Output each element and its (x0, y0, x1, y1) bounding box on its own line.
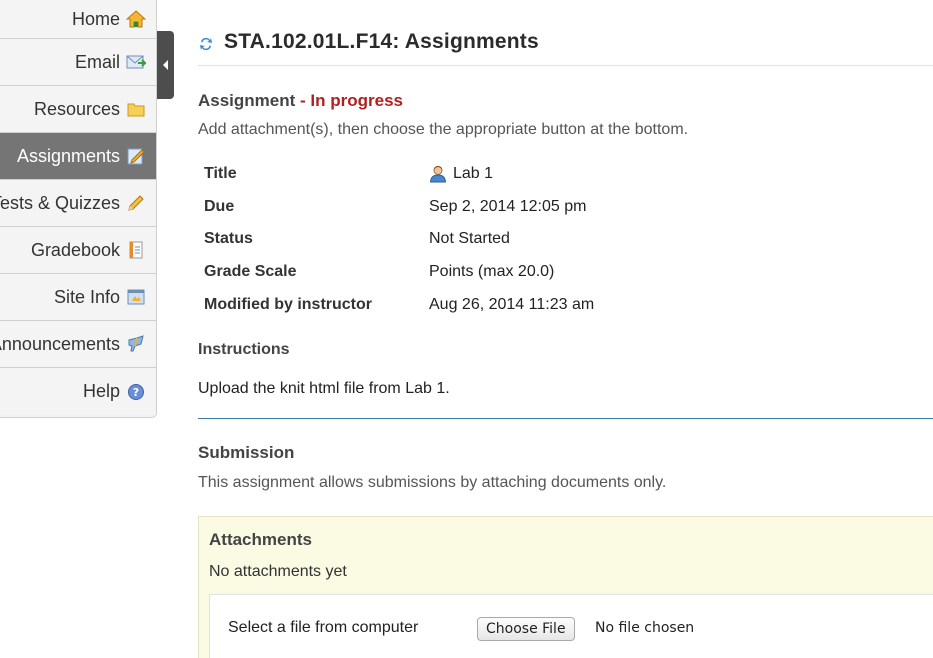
detail-label: Due (204, 197, 235, 215)
choose-file-button[interactable]: Choose File (477, 617, 575, 641)
home-icon (126, 9, 146, 29)
sidebar-item-announcements[interactable]: Announcements (0, 321, 156, 368)
detail-label: Grade Scale (204, 263, 297, 281)
no-file-chosen-text: No file chosen (595, 620, 695, 636)
detail-row-status: Status Not Started (204, 223, 804, 256)
chevron-left-icon (163, 60, 168, 70)
detail-row-grade-scale: Grade Scale Points (max 20.0) (204, 256, 804, 289)
assignment-heading-label: Assignment (198, 91, 296, 110)
sidebar-item-home[interactable]: Home (0, 0, 156, 39)
detail-value: Not Started (429, 230, 510, 248)
user-icon (429, 166, 447, 183)
detail-row-modified: Modified by instructor Aug 26, 2014 11:2… (204, 288, 804, 321)
announcements-icon (126, 334, 146, 354)
detail-value: Lab 1 (453, 165, 494, 183)
svg-text:?: ? (133, 386, 139, 399)
sidebar-item-tests-quizzes[interactable]: Tests & Quizzes (0, 180, 156, 227)
gradebook-icon (126, 240, 146, 260)
sidebar-item-site-info[interactable]: Site Info (0, 274, 156, 321)
assignment-subtext: Add attachment(s), then choose the appro… (198, 121, 689, 138)
detail-label: Title (204, 165, 237, 183)
sidebar-item-label: Resources (33, 98, 120, 119)
sidebar-item-label: Site Info (53, 286, 120, 307)
submission-text: This assignment allows submissions by at… (198, 474, 667, 491)
sidebar-item-label: Help (82, 381, 120, 401)
page-title: STA.102.01L.F14: Assignments (224, 30, 539, 53)
file-upload-row: Select a file from computer Choose File … (209, 594, 933, 658)
folder-icon (126, 99, 146, 119)
refresh-icon[interactable] (198, 36, 214, 52)
help-icon: ? (126, 382, 146, 402)
detail-label: Modified by instructor (204, 295, 372, 313)
sidebar-item-resources[interactable]: Resources (0, 86, 156, 133)
sidebar-item-label: Email (74, 51, 120, 72)
assignment-heading: Assignment - In progress (198, 91, 403, 111)
section-divider (198, 418, 933, 419)
tool-menu: Home Email Resources Assignments Tests &… (0, 0, 157, 418)
detail-row-due: Due Sep 2, 2014 12:05 pm (204, 191, 804, 224)
sidebar-item-label: Announcements (0, 333, 120, 354)
main-content: STA.102.01L.F14: Assignments Assignment … (182, 0, 933, 658)
attachments-panel: Attachments No attachments yet Select a … (198, 516, 933, 658)
sidebar-item-label: Gradebook (30, 239, 120, 260)
sidebar-item-help[interactable]: Help ? (0, 368, 156, 415)
assignments-icon (126, 146, 146, 166)
sidebar-item-email[interactable]: Email (0, 39, 156, 86)
detail-value: Sep 2, 2014 12:05 pm (429, 197, 587, 215)
detail-value: Points (max 20.0) (429, 263, 555, 281)
sidebar-item-label: Tests & Quizzes (0, 192, 120, 213)
email-icon (126, 52, 146, 72)
file-select-label: Select a file from computer (228, 619, 419, 636)
sidebar-item-gradebook[interactable]: Gradebook (0, 227, 156, 274)
instructions-text: Upload the knit html file from Lab 1. (198, 380, 450, 397)
attachments-heading: Attachments (209, 530, 312, 549)
attachments-empty-text: No attachments yet (209, 563, 347, 580)
detail-label: Status (204, 230, 253, 248)
instructions-heading: Instructions (198, 341, 290, 358)
site-info-icon (126, 287, 146, 307)
assignment-details: Title Lab 1 Due Sep 2, 2014 12:05 pm Sta… (204, 158, 804, 321)
collapse-sidebar-button[interactable] (157, 31, 174, 99)
pencil-icon (126, 193, 146, 213)
assignment-status: - In progress (295, 91, 403, 110)
sidebar-item-label: Home (71, 8, 120, 29)
sidebar-item-assignments[interactable]: Assignments (0, 133, 156, 180)
sidebar-item-label: Assignments (16, 145, 120, 166)
page-title-bar: STA.102.01L.F14: Assignments (198, 30, 933, 66)
submission-heading: Submission (198, 443, 295, 462)
detail-row-title: Title Lab 1 (204, 158, 804, 191)
detail-value: Aug 26, 2014 11:23 am (429, 295, 595, 313)
